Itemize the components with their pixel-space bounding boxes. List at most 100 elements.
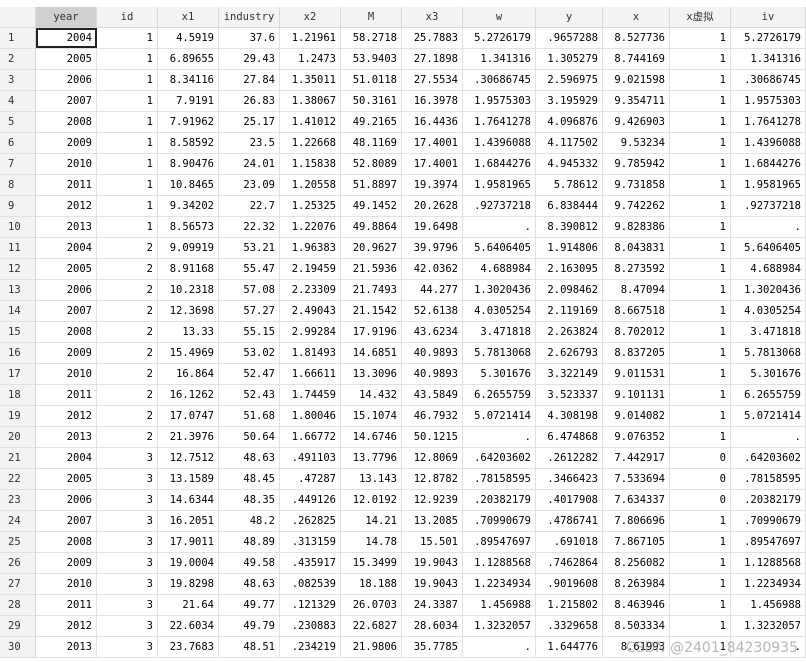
cell-x2[interactable]: .435917	[280, 553, 341, 573]
cell-x3[interactable]: 27.5534	[402, 70, 463, 90]
cell-y[interactable]: 1.644776	[536, 637, 603, 657]
cell-x3[interactable]: 19.3974	[402, 175, 463, 195]
cell-x2[interactable]: 1.41012	[280, 112, 341, 132]
cell-x[interactable]: 7.634337	[603, 490, 670, 510]
cell-x-virtual[interactable]: 1	[670, 406, 731, 426]
cell-industry[interactable]: 53.02	[219, 343, 280, 363]
cell-y[interactable]: 4.096876	[536, 112, 603, 132]
cell-id[interactable]: 1	[97, 196, 158, 216]
cell-iv[interactable]: 5.0721414	[731, 406, 806, 426]
cell-x[interactable]: 9.828386	[603, 217, 670, 237]
cell-id[interactable]: 2	[97, 259, 158, 279]
cell-iv[interactable]: .	[731, 637, 806, 657]
cell-id[interactable]: 3	[97, 616, 158, 636]
cell-x1[interactable]: 8.91168	[158, 259, 219, 279]
cell-m[interactable]: 26.0703	[341, 595, 402, 615]
cell-iv[interactable]: .	[731, 427, 806, 447]
cell-y[interactable]: 1.305279	[536, 49, 603, 69]
cell-y[interactable]: .9657288	[536, 28, 603, 48]
cell-x[interactable]: 8.256082	[603, 553, 670, 573]
row-number[interactable]: 12	[0, 259, 36, 279]
cell-y[interactable]: 6.474868	[536, 427, 603, 447]
cell-x2[interactable]: 1.81493	[280, 343, 341, 363]
cell-year[interactable]: 2009	[36, 343, 97, 363]
row-number[interactable]: 7	[0, 154, 36, 174]
cell-x3[interactable]: 19.9043	[402, 553, 463, 573]
cell-x[interactable]: 9.426903	[603, 112, 670, 132]
cell-m[interactable]: 48.1169	[341, 133, 402, 153]
cell-iv[interactable]: .89547697	[731, 532, 806, 552]
cell-x-virtual[interactable]: 1	[670, 28, 731, 48]
cell-year[interactable]: 2004	[36, 448, 97, 468]
cell-iv[interactable]: 1.3020436	[731, 280, 806, 300]
cell-y[interactable]: .2612282	[536, 448, 603, 468]
cell-w[interactable]: 5.2726179	[463, 28, 536, 48]
cell-x[interactable]: 9.731858	[603, 175, 670, 195]
row-number[interactable]: 21	[0, 448, 36, 468]
cell-x[interactable]: 9.53234	[603, 133, 670, 153]
cell-y[interactable]: 8.390812	[536, 217, 603, 237]
cell-id[interactable]: 3	[97, 532, 158, 552]
cell-id[interactable]: 3	[97, 511, 158, 531]
cell-industry[interactable]: 50.64	[219, 427, 280, 447]
cell-x2[interactable]: .082539	[280, 574, 341, 594]
cell-y[interactable]: 2.163095	[536, 259, 603, 279]
cell-x1[interactable]: 15.4969	[158, 343, 219, 363]
cell-year[interactable]: 2006	[36, 490, 97, 510]
cell-x1[interactable]: 17.0747	[158, 406, 219, 426]
cell-x-virtual[interactable]: 1	[670, 91, 731, 111]
cell-iv[interactable]: 3.471818	[731, 322, 806, 342]
cell-x1[interactable]: 10.2318	[158, 280, 219, 300]
cell-x1[interactable]: 21.3976	[158, 427, 219, 447]
cell-y[interactable]: .3329658	[536, 616, 603, 636]
column-header-x2[interactable]: x2	[280, 7, 341, 28]
cell-industry[interactable]: 48.51	[219, 637, 280, 657]
cell-industry[interactable]: 57.08	[219, 280, 280, 300]
cell-x3[interactable]: 44.277	[402, 280, 463, 300]
cell-industry[interactable]: 29.43	[219, 49, 280, 69]
cell-m[interactable]: 49.8864	[341, 217, 402, 237]
cell-x[interactable]: 8.263984	[603, 574, 670, 594]
cell-x-virtual[interactable]: 0	[670, 469, 731, 489]
column-header-id[interactable]: id	[97, 7, 158, 28]
cell-x3[interactable]: 40.9893	[402, 364, 463, 384]
cell-m[interactable]: 50.3161	[341, 91, 402, 111]
cell-x2[interactable]: 2.99284	[280, 322, 341, 342]
cell-x-virtual[interactable]: 1	[670, 301, 731, 321]
cell-x3[interactable]: 28.6034	[402, 616, 463, 636]
cell-x1[interactable]: 12.7512	[158, 448, 219, 468]
cell-id[interactable]: 2	[97, 406, 158, 426]
cell-x[interactable]: 9.014082	[603, 406, 670, 426]
cell-w[interactable]: 1.3232057	[463, 616, 536, 636]
cell-m[interactable]: 21.5936	[341, 259, 402, 279]
cell-m[interactable]: 21.1542	[341, 301, 402, 321]
cell-id[interactable]: 2	[97, 385, 158, 405]
cell-m[interactable]: 15.3499	[341, 553, 402, 573]
cell-x-virtual[interactable]: 1	[670, 280, 731, 300]
cell-x1[interactable]: 8.90476	[158, 154, 219, 174]
cell-x2[interactable]: 1.15838	[280, 154, 341, 174]
cell-m[interactable]: 14.78	[341, 532, 402, 552]
cell-industry[interactable]: 55.15	[219, 322, 280, 342]
row-number[interactable]: 30	[0, 637, 36, 657]
column-header-rownum[interactable]	[0, 7, 36, 28]
cell-x3[interactable]: 17.4001	[402, 133, 463, 153]
cell-x1[interactable]: 10.8465	[158, 175, 219, 195]
cell-iv[interactable]: .78158595	[731, 469, 806, 489]
cell-x[interactable]: 9.021598	[603, 70, 670, 90]
cell-x3[interactable]: 50.1215	[402, 427, 463, 447]
row-number[interactable]: 28	[0, 595, 36, 615]
cell-x3[interactable]: 40.9893	[402, 343, 463, 363]
cell-x-virtual[interactable]: 1	[670, 532, 731, 552]
cell-x3[interactable]: 12.8782	[402, 469, 463, 489]
cell-m[interactable]: 21.7493	[341, 280, 402, 300]
cell-iv[interactable]: .30686745	[731, 70, 806, 90]
cell-x3[interactable]: 43.5849	[402, 385, 463, 405]
row-number[interactable]: 27	[0, 574, 36, 594]
cell-year[interactable]: 2008	[36, 532, 97, 552]
cell-year[interactable]: 2005	[36, 469, 97, 489]
cell-id[interactable]: 3	[97, 490, 158, 510]
cell-year[interactable]: 2005	[36, 49, 97, 69]
cell-year[interactable]: 2004	[36, 238, 97, 258]
cell-year[interactable]: 2011	[36, 385, 97, 405]
